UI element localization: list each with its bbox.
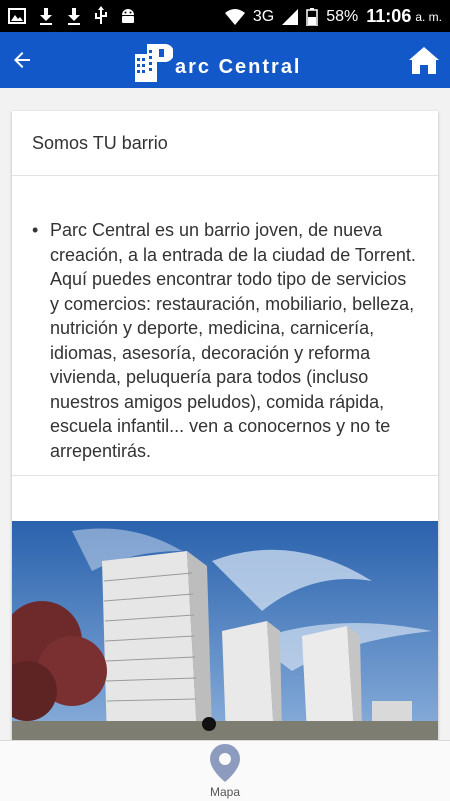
bottom-navigation: Mapa xyxy=(0,740,450,801)
clock: 11:06 xyxy=(366,6,412,26)
battery-level: 58% xyxy=(326,7,359,25)
back-button[interactable] xyxy=(6,44,38,76)
image-icon xyxy=(8,8,26,24)
download-icon xyxy=(68,8,80,25)
arrow-left-icon xyxy=(14,52,30,68)
home-icon xyxy=(409,47,439,74)
bullet: • xyxy=(32,220,39,240)
map-pin-icon xyxy=(210,744,240,782)
signal-icon xyxy=(282,8,299,25)
android-icon xyxy=(122,9,134,23)
home-button[interactable] xyxy=(406,42,442,78)
usb-icon xyxy=(95,6,107,24)
status-bar: 3G 58% 11:06 a. m. xyxy=(0,0,450,32)
nav-map-button[interactable]: Mapa xyxy=(195,743,255,799)
download-icon xyxy=(40,8,52,25)
nav-map-label: Mapa xyxy=(209,785,241,799)
notification-icons xyxy=(8,6,136,26)
description-item: • Parc Central es un barrio joven, de nu… xyxy=(32,218,418,463)
carousel-indicator[interactable] xyxy=(202,717,216,731)
network-type: 3G xyxy=(252,7,275,25)
app-logo: arc Central xyxy=(133,40,302,82)
clock-ampm: a. m. xyxy=(415,9,442,24)
neighborhood-photo[interactable] xyxy=(12,521,438,751)
system-icons: 3G 58% 11:06 a. m. xyxy=(224,6,442,27)
buildings-logo-icon xyxy=(135,44,173,82)
card-title: Somos TU barrio xyxy=(12,111,438,176)
wifi-icon xyxy=(224,8,245,25)
app-title: arc Central xyxy=(175,56,302,78)
description-text: Parc Central es un barrio joven, de nuev… xyxy=(50,220,416,461)
buildings-photo xyxy=(12,521,438,751)
card-body: • Parc Central es un barrio joven, de nu… xyxy=(12,176,438,476)
app-bar: arc Central xyxy=(0,32,450,88)
info-card: Somos TU barrio • Parc Central es un bar… xyxy=(12,111,438,751)
battery-icon xyxy=(306,7,318,26)
